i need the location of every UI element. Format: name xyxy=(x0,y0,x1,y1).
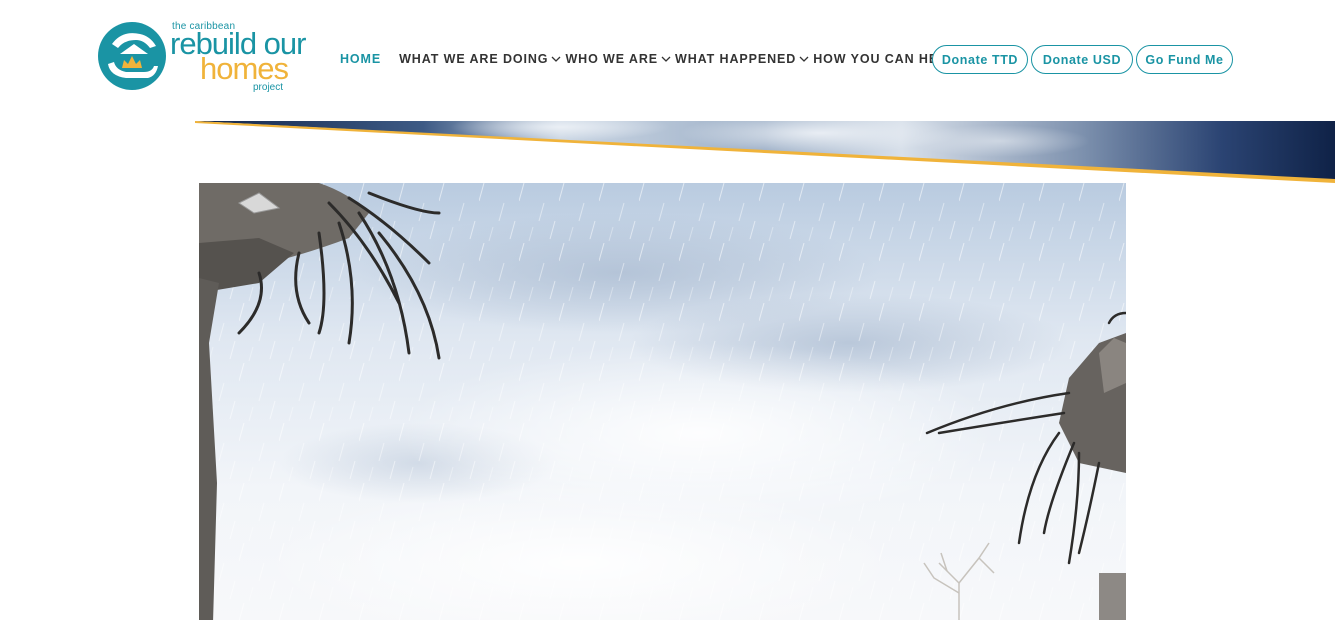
nav-item-label: HOME xyxy=(340,52,382,66)
logo-line-project: project xyxy=(253,82,284,93)
header-banner-strip xyxy=(195,121,1335,183)
nav-item-label: WHAT HAPPENED xyxy=(675,52,797,66)
chevron-down-icon xyxy=(551,56,561,62)
donate-ttd-button[interactable]: Donate TTD xyxy=(932,45,1028,74)
nav-item-who-we-are[interactable]: WHO WE ARE xyxy=(565,52,671,66)
nav-item-label: WHO WE ARE xyxy=(565,52,658,66)
nav-item-what-happened[interactable]: WHAT HAPPENED xyxy=(675,52,809,66)
chevron-down-icon xyxy=(799,56,809,62)
hero-storm-debris-illustration xyxy=(199,183,1126,620)
donate-usd-button[interactable]: Donate USD xyxy=(1031,45,1133,74)
main-nav: HOME WHAT WE ARE DOING WHO WE ARE WHAT H… xyxy=(340,44,973,74)
site-logo[interactable]: the caribbean rebuild our homes project xyxy=(96,18,318,98)
logo-line-homes: homes xyxy=(200,51,289,86)
nav-item-what-we-are-doing[interactable]: WHAT WE ARE DOING xyxy=(399,52,561,66)
nav-item-home[interactable]: HOME xyxy=(340,52,381,66)
nav-item-label: WHAT WE ARE DOING xyxy=(399,52,549,66)
logo-wordmark: the caribbean rebuild our homes project xyxy=(170,18,320,98)
go-fund-me-button[interactable]: Go Fund Me xyxy=(1136,45,1233,74)
hero-image xyxy=(199,183,1126,620)
hands-house-sun-icon xyxy=(98,22,166,90)
site-header: the caribbean rebuild our homes project … xyxy=(0,0,1335,121)
chevron-down-icon xyxy=(661,56,671,62)
